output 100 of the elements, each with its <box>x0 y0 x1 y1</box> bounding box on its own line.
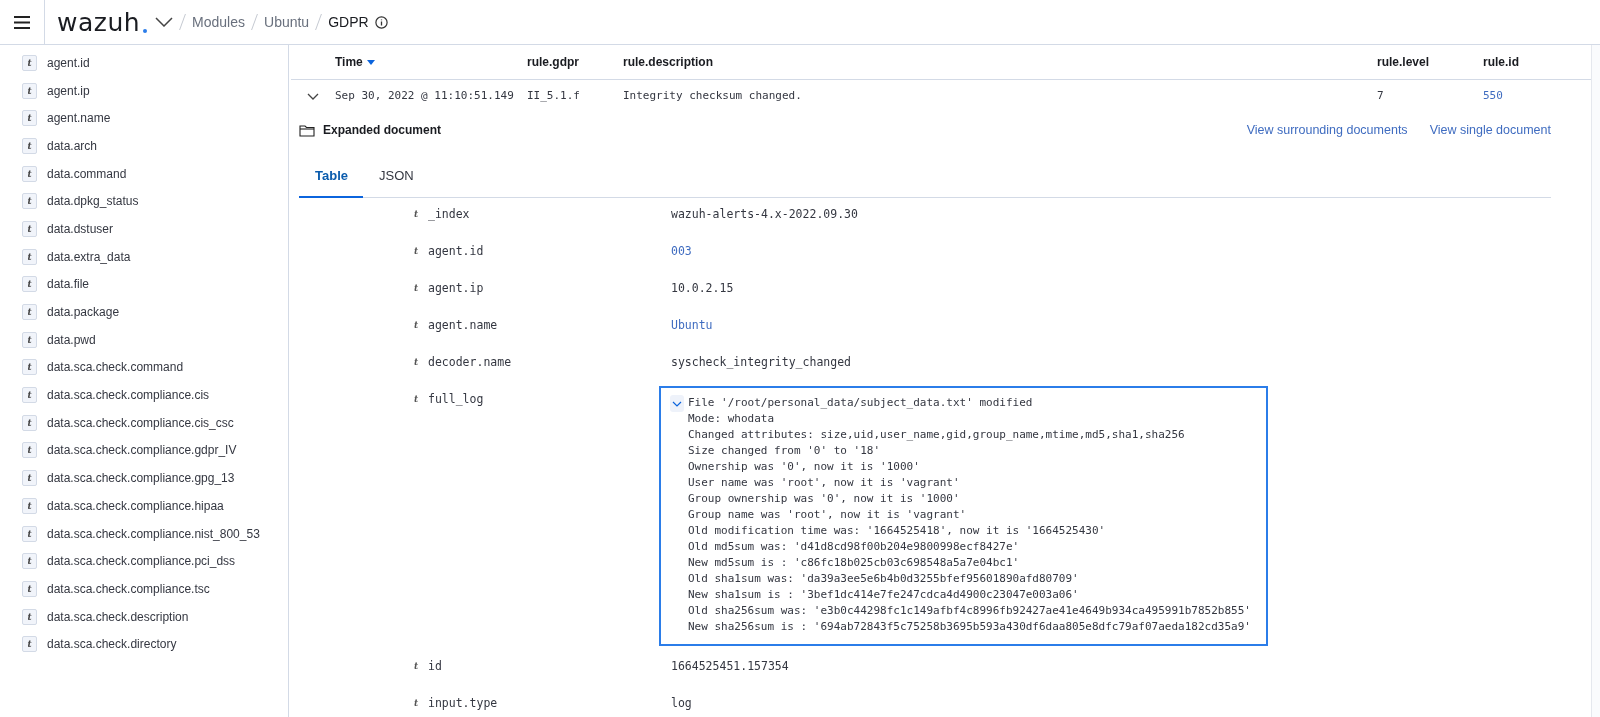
breadcrumb-link[interactable]: Ubuntu <box>264 14 310 30</box>
field-name[interactable]: data.sca.check.compliance.cis_csc <box>47 415 234 430</box>
field-name[interactable]: data.command <box>47 166 127 181</box>
field-type-icon: t <box>414 318 428 330</box>
field-type-icon: t <box>22 553 37 570</box>
table-cell-text: Sep 30, 2022 @ 11:10:51.149 <box>335 89 515 102</box>
field-type-icon: t <box>22 220 37 237</box>
table-cell-text: II_5.1.f <box>527 89 581 102</box>
field-type-icon: t <box>22 414 37 431</box>
field-type-icon: t <box>414 696 428 708</box>
log-line: User name was 'root', now it is 'vagrant' <box>688 475 961 491</box>
log-line: File '/root/personal_data/subject_data.txt' modified <box>688 395 1034 411</box>
log-line: Changed attributes: size,uid,user_name,gid,group_name,mtime,md5,sha1,sha256 <box>688 427 1186 443</box>
log-line: Old sha256sum was: 'e3b0c44298fc1c149afbf4c8996fb92427ae41e4649b934ca495991b7852b855' <box>688 603 1251 619</box>
column-header[interactable]: rule.id <box>1483 55 1563 69</box>
log-line: Old modification time was: '1664525418', now it is '1664525430' <box>688 523 1107 539</box>
field-type-icon: t <box>22 359 37 376</box>
column-header[interactable]: Time <box>335 55 527 69</box>
field-type-icon: t <box>22 304 37 321</box>
field-name: input.type <box>428 696 499 710</box>
field-value: 10.0.2.15 <box>671 281 734 295</box>
field-value-link[interactable]: 003 <box>671 244 692 258</box>
field-type-icon: t <box>414 355 428 367</box>
document-link[interactable]: View surrounding documents <box>1246 123 1408 137</box>
field-name[interactable]: data.sca.check.compliance.cis <box>47 388 210 403</box>
field-name[interactable]: agent.id <box>47 55 90 70</box>
field-type-icon: t <box>22 165 37 182</box>
info-icon[interactable] <box>374 15 388 29</box>
chevron-down-icon[interactable] <box>155 17 174 27</box>
field-name[interactable]: data.sca.check.compliance.nist_800_53 <box>47 526 260 541</box>
field-name: id <box>428 659 443 673</box>
collapse-button[interactable] <box>670 395 684 412</box>
expanded-document-title: Expanded document <box>323 123 441 137</box>
rule-id-link[interactable]: 550 <box>1483 89 1563 102</box>
field-value: log <box>671 696 692 710</box>
field-name[interactable]: data.dpkg_status <box>47 194 139 209</box>
sort-caret-icon[interactable] <box>366 59 375 65</box>
field-type-icon: t <box>22 54 37 71</box>
field-type-icon: t <box>22 276 37 293</box>
field-name: decoder.name <box>428 355 513 369</box>
field-name: agent.id <box>428 244 485 258</box>
field-name[interactable]: data.file <box>47 277 90 292</box>
breadcrumb-current: GDPR <box>328 14 369 30</box>
field-type-icon: t <box>414 244 428 256</box>
breadcrumb-link[interactable]: Modules <box>192 14 245 30</box>
logo[interactable]: wazuh <box>57 9 148 35</box>
field-type-icon: t <box>414 207 428 219</box>
tab[interactable]: JSON <box>363 155 430 198</box>
field-name[interactable]: agent.ip <box>47 83 90 98</box>
field-value-link[interactable]: Ubuntu <box>671 318 713 332</box>
field-name: full_log <box>428 392 485 406</box>
log-line: Size changed from '0' to '18' <box>688 443 882 459</box>
field-name[interactable]: agent.name <box>47 111 111 126</box>
log-line: Old sha1sum was: 'da39a3ee5e6b4b0d3255bfef95601890afd80709' <box>688 571 1080 587</box>
field-name[interactable]: data.sca.check.compliance.gpg_13 <box>47 471 235 486</box>
field-name[interactable]: data.sca.check.compliance.hipaa <box>47 498 224 513</box>
column-header[interactable]: rule.gdpr <box>527 55 623 69</box>
field-name[interactable]: data.package <box>47 305 120 320</box>
field-value: syscheck_integrity_changed <box>671 355 851 369</box>
field-name[interactable]: data.arch <box>47 138 98 153</box>
document-link[interactable]: View single document <box>1429 123 1551 137</box>
field-type-icon: t <box>22 525 37 542</box>
field-type-icon: t <box>414 281 428 293</box>
log-line: Group ownership was '0', now it is '1000' <box>688 491 961 507</box>
menu-icon <box>14 15 30 29</box>
log-line: New sha256sum is : '694ab72843f5c75258b3695b593a430df6daa805e8dfc79af07aeda182cd35a9' <box>688 619 1251 635</box>
field-name[interactable]: data.sca.check.compliance.gdpr_IV <box>47 443 237 458</box>
field-name[interactable]: data.sca.check.description <box>47 609 189 624</box>
field-type-icon: t <box>22 470 37 487</box>
field-type-icon: t <box>414 659 428 671</box>
field-type-icon: t <box>22 137 37 154</box>
field-type-icon: t <box>22 580 37 597</box>
field-name: agent.ip <box>428 281 485 295</box>
log-line: Ownership was '0', now it is '1000' <box>688 459 921 475</box>
column-header[interactable]: rule.description <box>623 55 1377 69</box>
log-line: Mode: whodata <box>688 411 776 427</box>
field-name[interactable]: data.sca.check.directory <box>47 637 177 652</box>
field-name[interactable]: data.sca.check.command <box>47 360 184 375</box>
field-type-icon: t <box>22 608 37 625</box>
field-type-icon: t <box>22 82 37 99</box>
field-type-icon: t <box>22 110 37 127</box>
field-type-icon: t <box>22 387 37 404</box>
field-name[interactable]: data.dstuser <box>47 221 114 236</box>
field-name[interactable]: data.extra_data <box>47 249 131 264</box>
field-type-icon: t <box>22 497 37 514</box>
field-name[interactable]: data.pwd <box>47 332 96 347</box>
chevron-icon[interactable] <box>307 93 319 101</box>
column-header[interactable]: rule.level <box>1377 55 1483 69</box>
field-type-icon: t <box>414 392 428 404</box>
log-line: Group name was 'root', now it is 'vagrant' <box>688 507 968 523</box>
field-name: _index <box>428 207 471 221</box>
log-line: Old md5sum was: 'd41d8cd98f00b204e9800998ecf8427e' <box>688 539 1021 555</box>
log-line: New sha1sum is : '3bef1dc414e7fe247cdca4d4900c23047e003a06' <box>688 587 1080 603</box>
field-name[interactable]: data.sca.check.compliance.tsc <box>47 581 210 596</box>
tab[interactable]: Table <box>299 155 363 198</box>
field-type-icon: t <box>22 193 37 210</box>
field-name[interactable]: data.sca.check.compliance.pci_dss <box>47 554 236 569</box>
scrollbar[interactable] <box>1591 45 1600 717</box>
field-type-icon: t <box>22 248 37 265</box>
chevron-icon <box>672 400 682 407</box>
